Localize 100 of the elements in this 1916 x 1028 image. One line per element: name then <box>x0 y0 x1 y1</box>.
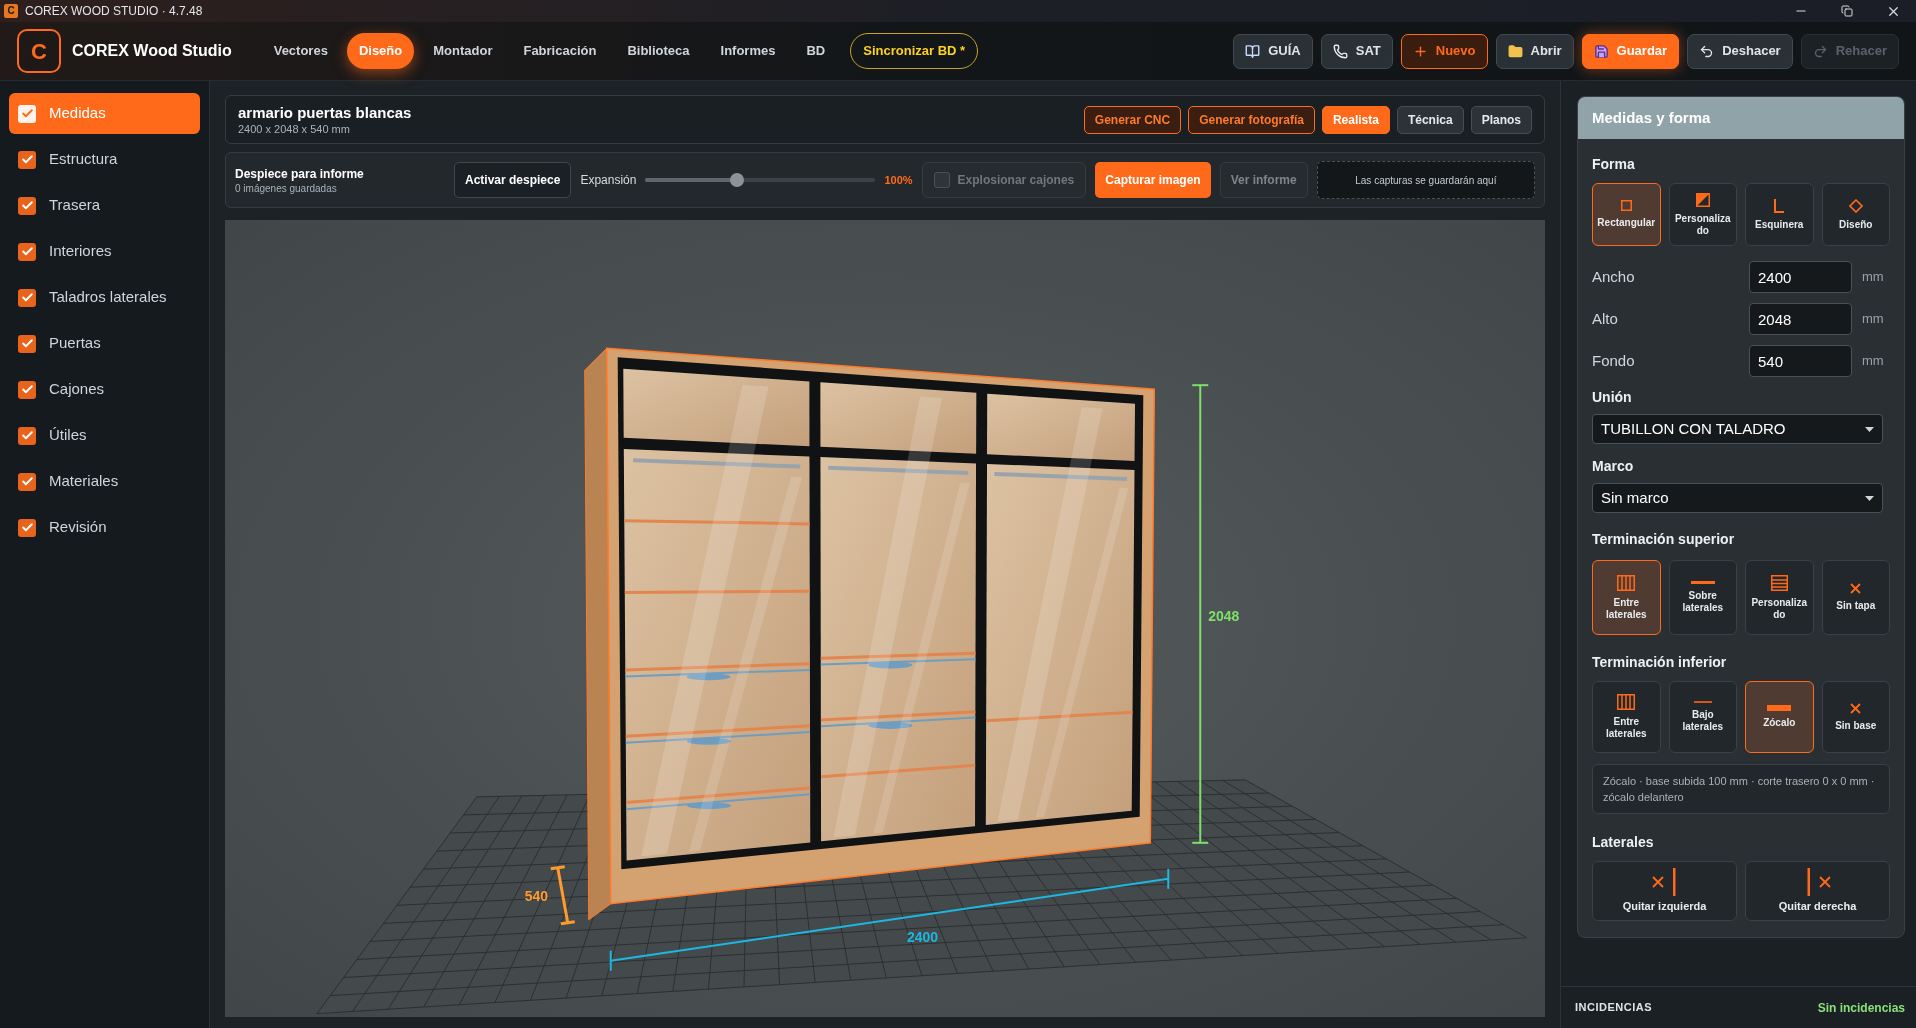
columns-icon <box>1617 694 1636 710</box>
unit-label: mm <box>1862 268 1885 287</box>
remove-side-button[interactable]: Quitar izquierda <box>1592 861 1737 921</box>
issues-label: INCIDENCIAS <box>1575 1000 1652 1016</box>
dimension-label: 2048 <box>1208 608 1240 624</box>
nav-tab[interactable]: Fabricación <box>511 33 609 69</box>
finish-option[interactable]: Personalizado <box>1745 560 1814 635</box>
finish-option[interactable]: Sin tapa <box>1821 560 1890 635</box>
finish-option[interactable]: Bajo laterales <box>1668 681 1737 753</box>
section-heading: Terminación inferior <box>1592 654 1728 671</box>
cross-and-bar-icon <box>1651 867 1678 896</box>
half-filled-square-icon <box>1695 192 1710 207</box>
nav-tab[interactable]: Biblioteca <box>615 33 702 69</box>
sidebar-item[interactable]: Útiles <box>9 415 200 456</box>
nav-tab[interactable]: Montador <box>421 33 505 69</box>
toolbar-button[interactable]: Deshacer <box>1687 33 1793 69</box>
caret-icon <box>1865 495 1874 501</box>
cross-icon <box>1850 702 1862 714</box>
expansion-slider[interactable] <box>645 173 876 187</box>
checkbox[interactable] <box>18 196 36 215</box>
columns-icon <box>1617 574 1636 591</box>
window-title: COREX WOOD STUDIO · 4.7.48 <box>25 3 203 20</box>
sidebar-item[interactable]: Puertas <box>9 323 200 364</box>
nav-tab[interactable]: Vectores <box>261 33 340 69</box>
shape-option[interactable]: Esquinera <box>1745 183 1814 246</box>
nav-tab[interactable]: BD <box>794 33 838 69</box>
captures-area: Las capturas se guardarán aquí <box>1316 161 1535 199</box>
summary-text: Zócalo · base subida 100 mm · corte trasero 0 x 0 mm · zócalo delantero <box>1592 764 1890 814</box>
checkmark-icon <box>20 291 34 304</box>
checkmark-icon <box>20 199 34 212</box>
number-input[interactable]: 2048 <box>1749 303 1852 335</box>
sidebar-item[interactable]: Taladros laterales <box>9 277 200 318</box>
sidebar-item[interactable]: Cajones <box>9 369 200 410</box>
checkmark-icon <box>20 429 34 442</box>
dimension-label: 2400 <box>906 928 938 945</box>
checkmark-icon <box>20 475 34 488</box>
sidebar-item[interactable]: Estructura <box>9 139 200 180</box>
restore-icon <box>1841 5 1853 17</box>
section-heading: Unión <box>1592 389 1633 406</box>
toolbar-button[interactable]: Abrir <box>1495 33 1574 69</box>
shape-option[interactable]: Diseño <box>1821 183 1890 246</box>
panel-header: Medidas y forma <box>1578 97 1904 139</box>
remove-side-button[interactable]: Quitar derecha <box>1745 861 1890 921</box>
finish-option[interactable]: Zócalo <box>1745 681 1814 753</box>
l-shape-icon <box>1774 198 1785 213</box>
checkbox[interactable] <box>18 518 36 537</box>
action-button[interactable]: Generar CNC <box>1083 105 1182 134</box>
sidebar-item[interactable]: Revisión <box>9 507 200 548</box>
app-logo: C <box>4 4 18 18</box>
checkmark-icon <box>20 383 34 396</box>
view-mode-tab[interactable]: Técnica <box>1396 105 1464 134</box>
view-mode-tab[interactable]: Planos <box>1470 105 1532 134</box>
checkbox[interactable] <box>18 472 36 491</box>
despiece-title: Despiece para informe <box>235 165 365 182</box>
issues-status: Sin incidencias <box>1817 999 1905 1017</box>
field-label: Alto <box>1592 308 1619 329</box>
checkbox[interactable] <box>18 104 36 123</box>
checkbox[interactable] <box>18 150 36 169</box>
rows-icon <box>1770 574 1788 591</box>
shape-option[interactable]: Personalizado <box>1668 183 1737 246</box>
toolbar-button[interactable]: Nuevo <box>1400 33 1488 69</box>
toolbar-button[interactable]: GUÍA <box>1233 33 1313 69</box>
checkbox[interactable] <box>18 288 36 307</box>
checkmark-icon <box>20 521 34 534</box>
sidebar-item[interactable]: Materiales <box>9 461 200 502</box>
dimension-label: 540 <box>524 887 549 904</box>
checkmark-icon <box>20 153 34 166</box>
finish-option[interactable]: Sin base <box>1821 681 1890 753</box>
redo-icon <box>1812 43 1828 59</box>
checkbox[interactable] <box>18 242 36 261</box>
finish-option[interactable]: Entre laterales <box>1592 560 1661 635</box>
sidebar-item[interactable]: Interiores <box>9 231 200 272</box>
shape-option[interactable]: Rectangular <box>1592 183 1661 246</box>
toolbar-button[interactable]: SAT <box>1320 33 1393 69</box>
viewport-3d[interactable]: 2048 540 2400 <box>225 220 1545 1017</box>
unit-label: mm <box>1862 310 1885 329</box>
checkbox[interactable] <box>18 334 36 353</box>
slider-thumb[interactable] <box>730 173 745 187</box>
number-input[interactable]: 2400 <box>1749 261 1852 293</box>
finish-option[interactable]: Sobre laterales <box>1668 560 1737 635</box>
book-icon <box>1245 43 1261 59</box>
section-heading: Terminación superior <box>1592 531 1736 548</box>
number-input[interactable]: 540 <box>1749 345 1852 377</box>
nav-tab[interactable]: Informes <box>708 33 788 69</box>
activate-button[interactable]: Activar despiece <box>454 162 572 198</box>
section-heading: Marco <box>1592 458 1635 475</box>
field-label: Fondo <box>1592 350 1636 371</box>
sidebar-item[interactable]: Trasera <box>9 185 200 226</box>
dropdown[interactable]: Sin marco <box>1592 483 1883 513</box>
action-button[interactable]: Generar fotografía <box>1188 105 1315 134</box>
diamond-icon <box>1848 198 1863 213</box>
thick-bar-icon <box>1767 705 1792 711</box>
folder-icon <box>1507 43 1523 59</box>
checkbox[interactable] <box>18 426 36 445</box>
checkbox[interactable] <box>18 380 36 399</box>
section-heading: Forma <box>1592 156 1636 173</box>
dropdown[interactable]: TUBILLON CON TALADRO <box>1592 414 1883 444</box>
cross-icon <box>1850 583 1862 594</box>
finish-option[interactable]: Entre laterales <box>1592 681 1661 753</box>
field-label: Ancho <box>1592 266 1636 287</box>
